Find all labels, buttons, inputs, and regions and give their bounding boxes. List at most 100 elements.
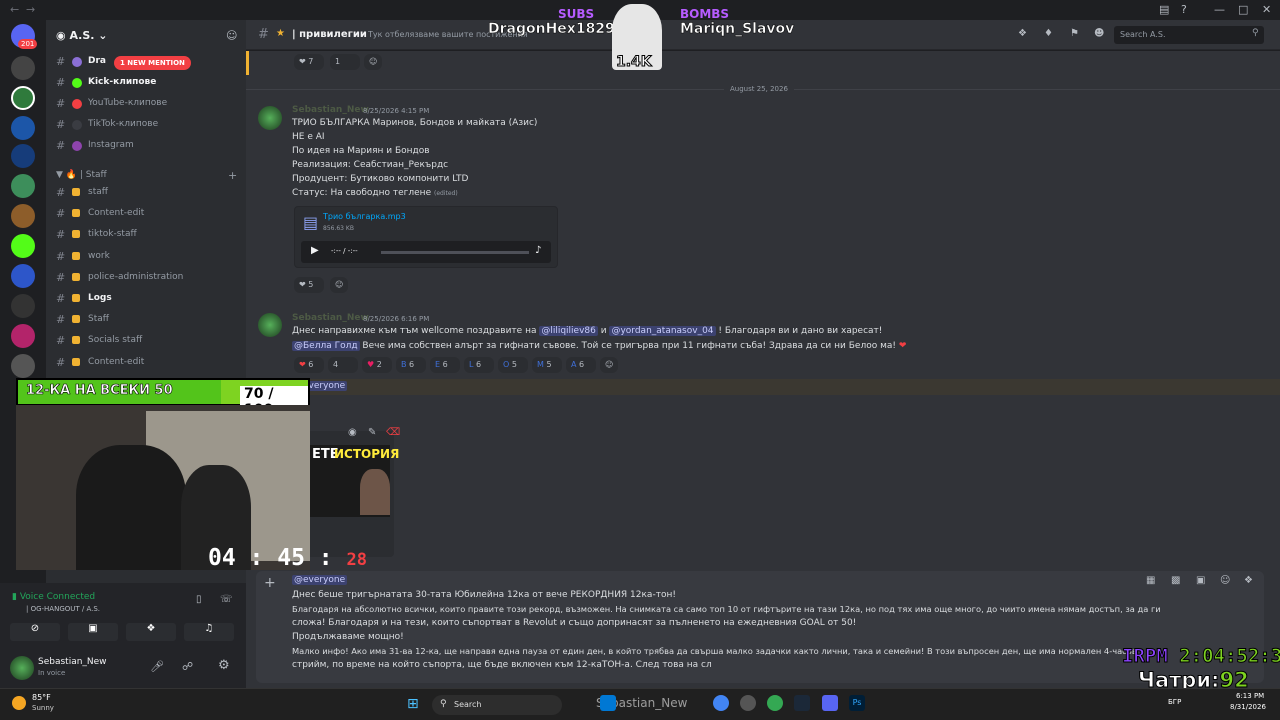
edit-pencil-icon[interactable]: ✎ — [368, 427, 376, 438]
reaction[interactable]: ♥ 2 — [362, 357, 392, 373]
add-reaction-button[interactable]: ☺ — [364, 54, 382, 70]
image-preview[interactable]: ЕТЕ ИСТОРИЯ — [310, 445, 399, 517]
channel-item[interactable]: # TikTok-клипове — [46, 115, 246, 135]
message-composer[interactable]: + @everyone Днес беше тригърнатата 30-та… — [256, 571, 1264, 683]
server-icon[interactable] — [11, 264, 35, 288]
forward-arrow-icon[interactable]: → — [26, 3, 35, 16]
gift-icon[interactable]: ▦ — [1146, 575, 1155, 586]
reaction[interactable]: ❤︎ 6 — [294, 357, 324, 373]
staff-channel-item[interactable]: # tiktok-staff — [46, 225, 246, 245]
delete-trash-icon[interactable]: ⌫ — [386, 427, 400, 438]
user-name[interactable]: Sebastian_New — [38, 657, 107, 667]
staff-channel-item[interactable]: # Staff — [46, 310, 246, 330]
weather-temp[interactable]: 85°F — [32, 693, 51, 702]
channel-item[interactable]: # YouTube-клипове — [46, 94, 246, 114]
staff-channel-item[interactable]: # Socials staff — [46, 331, 246, 351]
server-icon[interactable] — [11, 116, 35, 140]
channel-item[interactable]: # Kick-клипове — [46, 73, 246, 93]
user-mention[interactable]: @liliqiliev86 — [539, 326, 598, 336]
headphones-icon[interactable]: ☍ — [182, 660, 193, 673]
discord-taskbar-icon[interactable] — [822, 695, 838, 711]
soundboard-button[interactable]: ♫ — [184, 623, 234, 641]
composer-line[interactable]: Малко инфо! Ако има 31-ва 12-ка, ще напр… — [292, 646, 1137, 656]
reaction[interactable]: 4 — [328, 357, 358, 373]
staff-channel-item[interactable]: # staff — [46, 183, 246, 203]
noise-suppression-icon[interactable]: ▯ — [196, 594, 202, 605]
reaction[interactable]: B 6 — [396, 357, 426, 373]
server-name[interactable]: ◉ A.S. ⌄ — [56, 29, 107, 42]
composer-line[interactable]: Благодаря на абсолютно всички, които пра… — [292, 604, 1161, 614]
audio-progress[interactable] — [381, 251, 529, 254]
keyboard-language[interactable]: БГР — [1168, 698, 1181, 706]
threads-icon[interactable]: ❖ — [1018, 28, 1027, 39]
composer-everyone-mention[interactable]: @everyone — [292, 575, 348, 585]
staff-category[interactable]: ▼ 🔥 | Staff — [56, 170, 107, 180]
taskbar-app-icon[interactable] — [740, 695, 756, 711]
staff-channel-item[interactable]: # police-administration — [46, 268, 246, 288]
composer-line[interactable]: стрийм, по времe на който съпорта, ще бъ… — [292, 660, 712, 670]
search-input[interactable]: Search A.S. — [1114, 26, 1264, 44]
photoshop-icon[interactable]: Ps — [849, 695, 865, 711]
server-icon[interactable] — [11, 174, 35, 198]
staff-channel-item[interactable]: # Logs — [46, 289, 246, 309]
clock-date[interactable]: 8/31/2026 — [1230, 703, 1266, 711]
reaction-heart[interactable]: ❤︎ 5 — [294, 277, 324, 293]
inbox-icon[interactable]: ▤ — [1159, 3, 1169, 16]
server-icon[interactable] — [11, 204, 35, 228]
chrome-icon[interactable] — [767, 695, 783, 711]
staff-channel-item[interactable]: # Content-edit — [46, 204, 246, 224]
sticker-icon[interactable]: ▣ — [1196, 575, 1205, 586]
add-reaction-button[interactable]: ☺ — [330, 277, 348, 293]
composer-line[interactable]: Продължаваме мощно! — [292, 632, 404, 642]
add-attachment-icon[interactable]: + — [264, 575, 276, 591]
server-icon[interactable] — [11, 324, 35, 348]
server-icon[interactable] — [11, 294, 35, 318]
windows-start-icon[interactable]: ⊞ — [407, 696, 419, 712]
close-icon[interactable]: ✕ — [1262, 3, 1271, 16]
steam-icon[interactable] — [794, 695, 810, 711]
add-member-icon[interactable]: ☺ — [226, 29, 237, 42]
back-arrow-icon[interactable]: ← — [10, 3, 19, 16]
file-name-link[interactable]: Трио българка.mp3 — [323, 212, 406, 221]
camera-off-button[interactable]: ⊘ — [10, 623, 60, 641]
gif-icon[interactable]: ▩ — [1171, 575, 1180, 586]
apps-icon[interactable]: ❖ — [1244, 575, 1253, 586]
server-icon[interactable] — [11, 144, 35, 168]
reaction-heart[interactable]: ❤︎ 7 — [294, 54, 324, 70]
kick-server-icon[interactable] — [11, 234, 35, 258]
disconnect-icon[interactable]: ☏ — [220, 594, 233, 605]
staff-channel-item[interactable]: # work — [46, 247, 246, 267]
view-icon[interactable]: ◉ — [348, 427, 357, 438]
play-icon[interactable]: ▶ — [311, 245, 319, 256]
help-icon[interactable]: ? — [1181, 3, 1187, 16]
members-icon[interactable]: ☻ — [1094, 28, 1104, 39]
chrome-icon[interactable] — [713, 695, 729, 711]
volume-icon[interactable]: ♪ — [535, 245, 541, 256]
new-mention-pill[interactable]: 1 NEW MENTION — [114, 56, 191, 70]
settings-gear-icon[interactable]: ⚙ — [218, 658, 230, 673]
message-author[interactable]: Sebastian_New — [292, 105, 369, 115]
taskbar-app-icon[interactable] — [600, 695, 616, 711]
reaction[interactable]: O 5 — [498, 357, 528, 373]
author-avatar[interactable] — [258, 106, 282, 130]
active-server-icon[interactable] — [11, 86, 35, 110]
maximize-icon[interactable]: □ — [1238, 3, 1248, 16]
user-mention[interactable]: @yordan_atanasov_04 — [609, 326, 716, 336]
user-avatar[interactable] — [10, 656, 34, 680]
activities-button[interactable]: ❖ — [126, 623, 176, 641]
message-author[interactable]: Sebastian_New — [292, 313, 369, 323]
composer-line[interactable]: сложа! Благодаря и на тези, които съпорт… — [292, 618, 856, 628]
reaction[interactable]: A 6 — [566, 357, 596, 373]
clock-time[interactable]: 6:13 PM — [1236, 692, 1264, 700]
sun-icon[interactable] — [12, 696, 26, 710]
voice-channel-name[interactable]: | OG-HANGOUT / A.S. — [26, 605, 100, 613]
emoji-icon[interactable]: ☺ — [1220, 575, 1230, 586]
notification-bell-icon[interactable]: ♦ — [1044, 28, 1053, 39]
reaction[interactable]: 1 — [330, 54, 360, 70]
minimize-icon[interactable]: — — [1214, 3, 1225, 16]
channel-item[interactable]: # Instagram — [46, 136, 246, 156]
user-mention[interactable]: @Белла Голд — [292, 341, 360, 351]
author-avatar[interactable] — [258, 313, 282, 337]
reaction[interactable]: E 6 — [430, 357, 460, 373]
taskbar-search[interactable]: ⚲ Search — [432, 695, 562, 715]
